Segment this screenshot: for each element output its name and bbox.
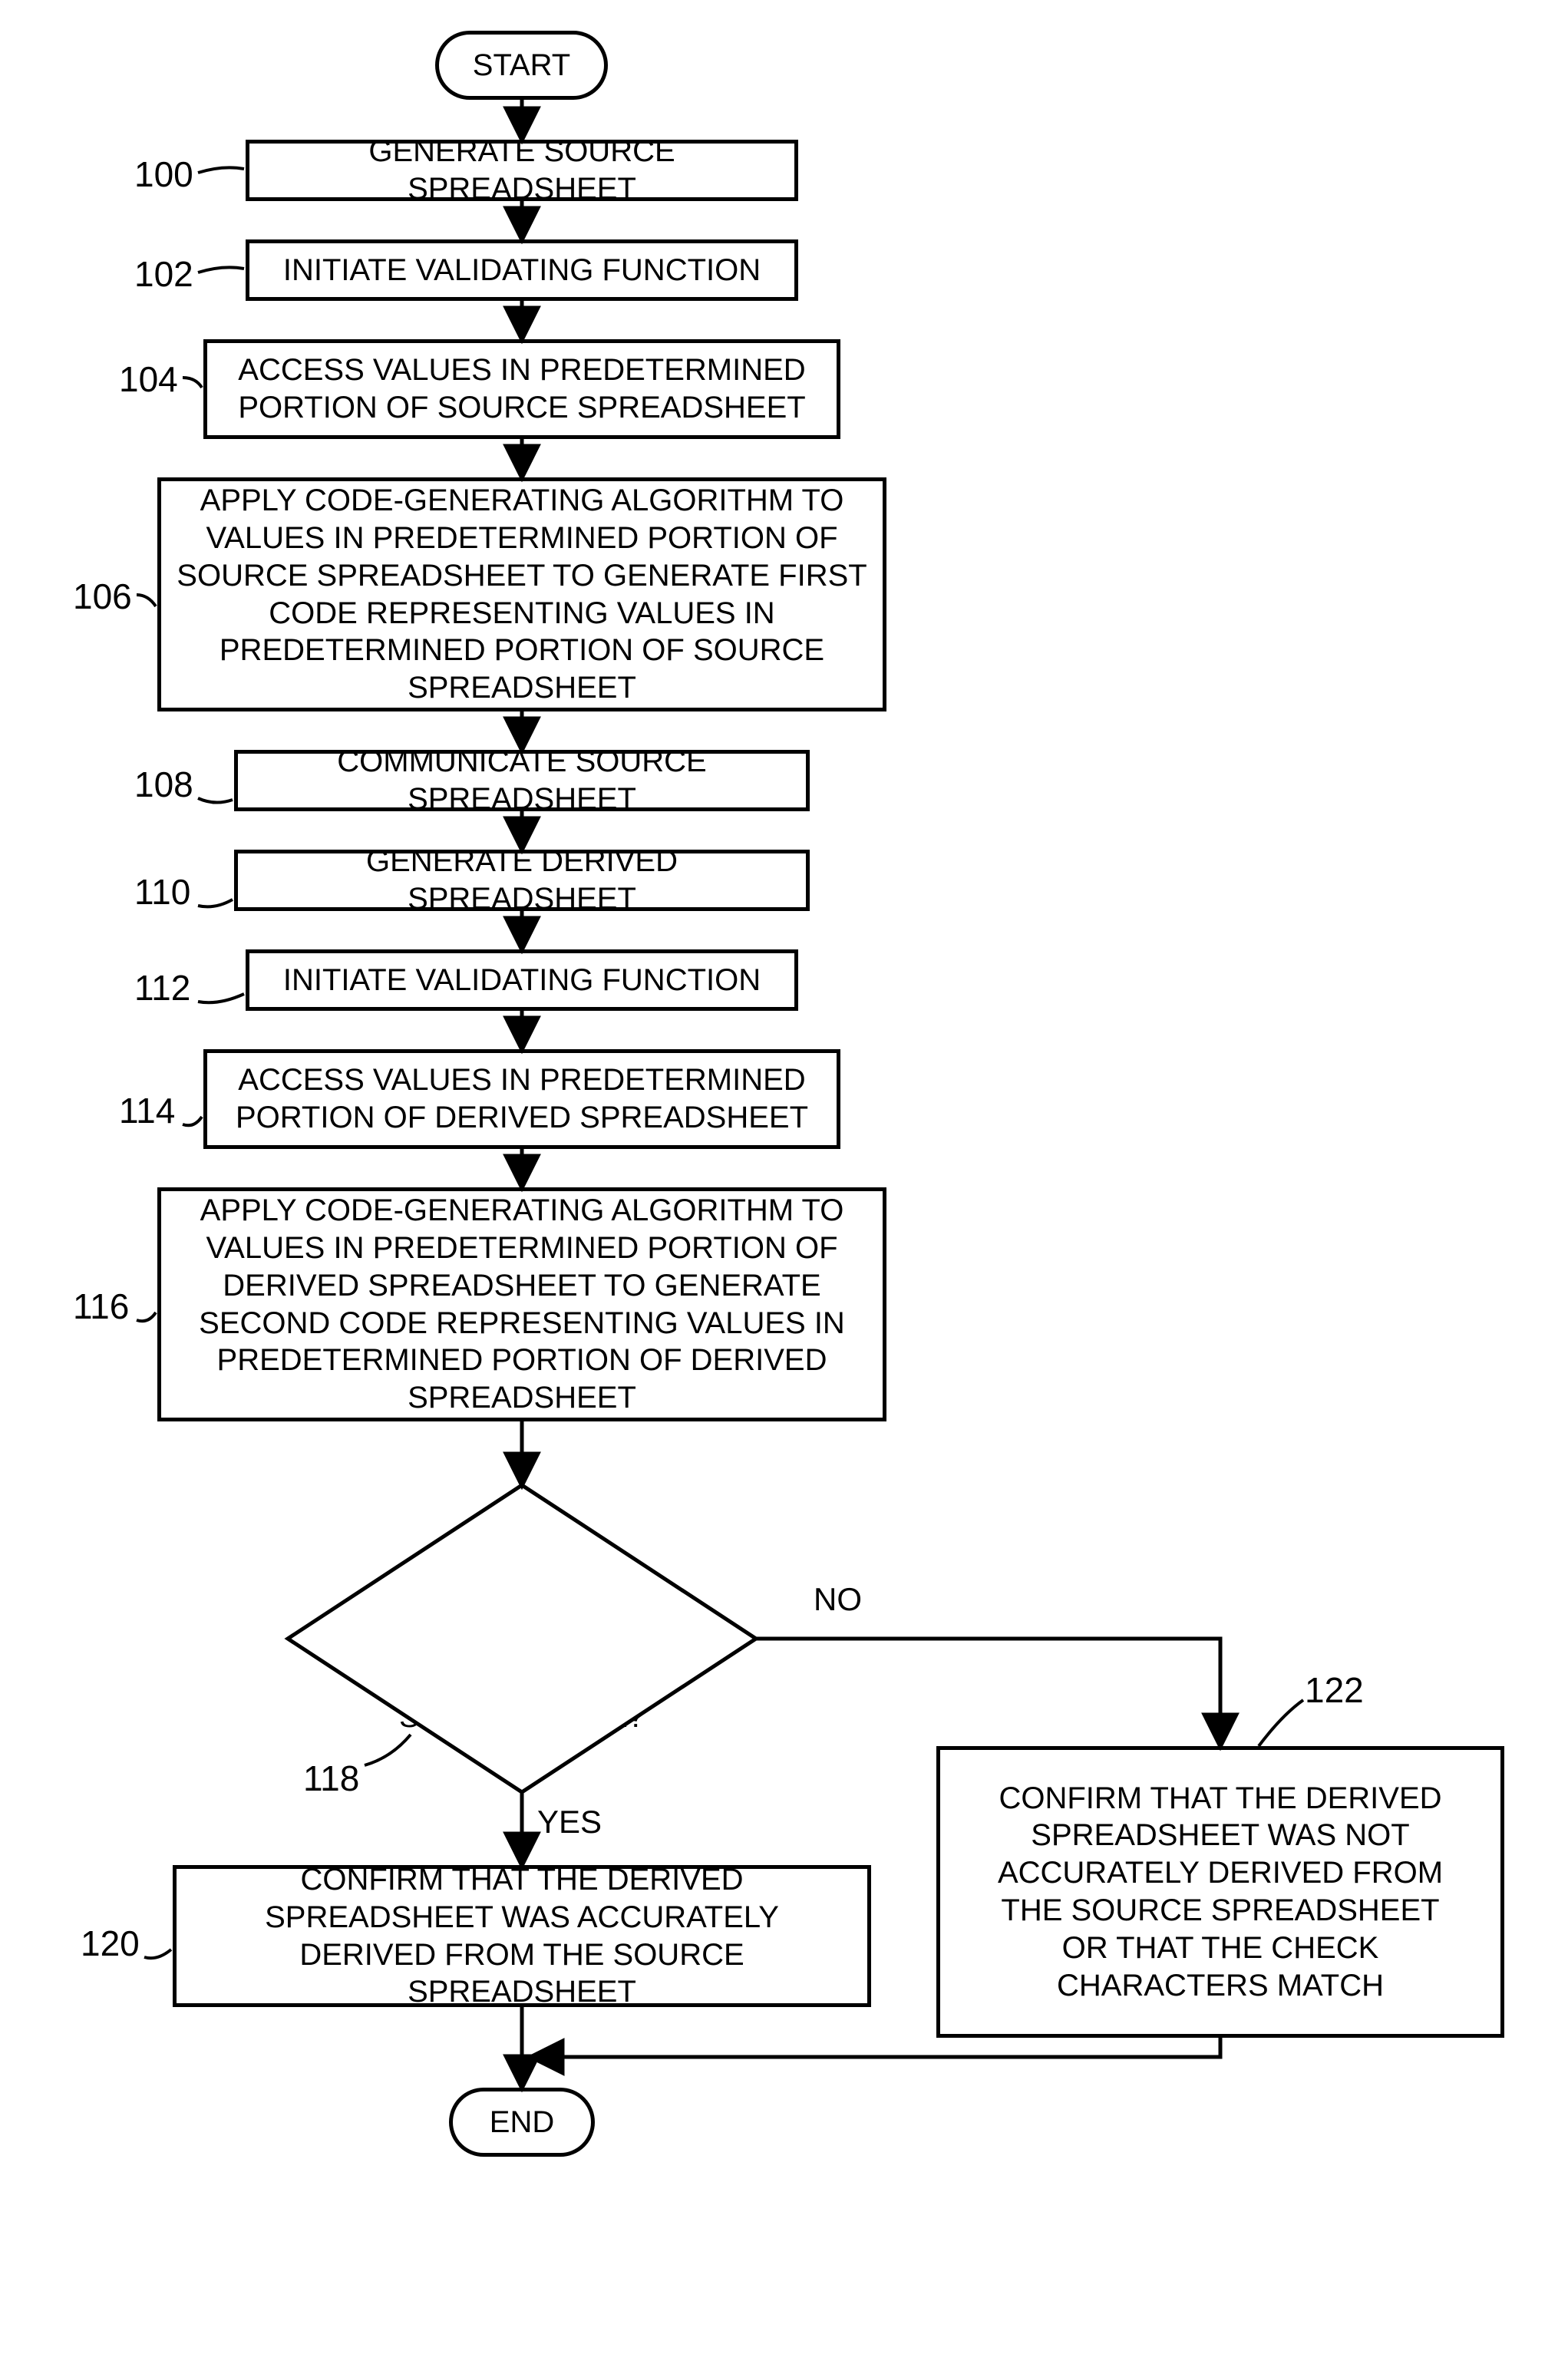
step-104: ACCESS VALUES IN PREDETERMINED PORTION O… xyxy=(203,339,840,439)
leader-120 xyxy=(144,1949,171,1958)
leader-110 xyxy=(198,900,233,906)
terminator-end: END xyxy=(449,2088,595,2157)
leader-122 xyxy=(1259,1700,1303,1746)
ref-120: 120 xyxy=(81,1923,140,1964)
step-120-text: CONFIRM THAT THE DERIVED SPREADSHEET WAS… xyxy=(207,1861,837,2011)
step-112: INITIATE VALIDATING FUNCTION xyxy=(246,949,798,1011)
leader-106 xyxy=(137,595,156,606)
branch-no: NO xyxy=(814,1581,862,1618)
leader-116 xyxy=(137,1312,156,1321)
step-108: COMMUNICATE SOURCE SPREADSHEET xyxy=(234,750,810,811)
ref-110: 110 xyxy=(134,871,190,913)
step-100-text: GENERATE SOURCE SPREADSHEET xyxy=(265,133,779,208)
branch-yes: YES xyxy=(537,1804,602,1841)
ref-122: 122 xyxy=(1305,1669,1364,1711)
arrow-122-merge xyxy=(533,2038,1220,2057)
leader-118 xyxy=(365,1735,411,1765)
step-106-text: APPLY CODE-GENERATING ALGORITHM TO VALUE… xyxy=(177,482,867,707)
ref-106: 106 xyxy=(73,576,132,617)
step-110-text: GENERATE DERIVED SPREADSHEET xyxy=(253,843,791,918)
step-106: APPLY CODE-GENERATING ALGORITHM TO VALUE… xyxy=(157,477,886,711)
step-112-text: INITIATE VALIDATING FUNCTION xyxy=(283,962,761,999)
step-108-text: COMMUNICATE SOURCE SPREADSHEET xyxy=(253,743,791,818)
leader-102 xyxy=(198,267,244,272)
step-122-text: CONFIRM THAT THE DERIVED SPREADSHEET WAS… xyxy=(975,1780,1466,2005)
step-122: CONFIRM THAT THE DERIVED SPREADSHEET WAS… xyxy=(936,1746,1504,2038)
ref-112: 112 xyxy=(134,967,190,1009)
step-116-text: APPLY CODE-GENERATING ALGORITHM TO VALUE… xyxy=(177,1192,867,1417)
ref-108: 108 xyxy=(134,764,193,805)
step-102-text: INITIATE VALIDATING FUNCTION xyxy=(283,252,761,289)
ref-100: 100 xyxy=(134,154,193,195)
step-116: APPLY CODE-GENERATING ALGORITHM TO VALUE… xyxy=(157,1187,886,1421)
leader-108 xyxy=(198,798,233,803)
step-100: GENERATE SOURCE SPREADSHEET xyxy=(246,140,798,201)
ref-114: 114 xyxy=(119,1090,175,1131)
leader-100 xyxy=(198,167,244,173)
arrow-118-122 xyxy=(756,1639,1220,1745)
ref-104: 104 xyxy=(119,358,178,400)
step-102: INITIATE VALIDATING FUNCTION xyxy=(246,239,798,301)
leader-104 xyxy=(183,378,202,388)
step-120: CONFIRM THAT THE DERIVED SPREADSHEET WAS… xyxy=(173,1865,871,2007)
leader-112 xyxy=(198,994,244,1002)
step-110: GENERATE DERIVED SPREADSHEET xyxy=(234,850,810,911)
ref-116: 116 xyxy=(73,1286,129,1327)
terminator-start-label: START xyxy=(473,48,570,83)
flowchart-canvas: START GENERATE SOURCE SPREADSHEET 100 IN… xyxy=(0,0,1568,2377)
step-104-text: ACCESS VALUES IN PREDETERMINED PORTION O… xyxy=(223,352,821,427)
terminator-start: START xyxy=(435,31,608,100)
step-114-text: ACCESS VALUES IN PREDETERMINED PORTION O… xyxy=(223,1061,821,1137)
decision-118-text: DETERMINE WHETHER THE FIRST CODE MATCHES… xyxy=(380,1549,664,1736)
terminator-end-label: END xyxy=(490,2105,554,2140)
leader-114 xyxy=(183,1117,202,1125)
ref-102: 102 xyxy=(134,253,193,295)
ref-118: 118 xyxy=(303,1758,359,1799)
step-114: ACCESS VALUES IN PREDETERMINED PORTION O… xyxy=(203,1049,840,1149)
decision-118-text-wrap: DETERMINE WHETHER THE FIRST CODE MATCHES… xyxy=(380,1550,664,1735)
